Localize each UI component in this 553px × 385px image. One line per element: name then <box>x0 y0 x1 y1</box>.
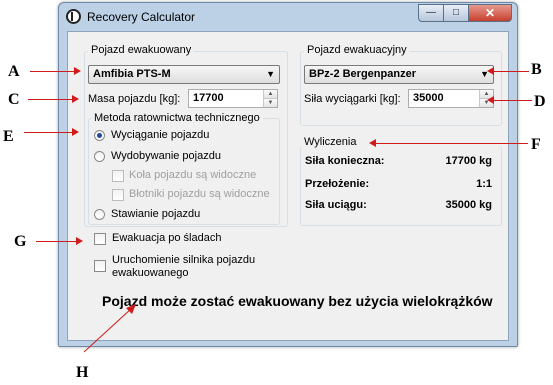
recovery-vehicle-select[interactable]: BPz-2 Bergenpanzer ▼ <box>304 65 494 84</box>
recovery-vehicle-group-label: Pojazd ewakuacyjny <box>304 44 410 56</box>
required-force-value: 17700 kg <box>445 155 492 167</box>
annotation-a-arrowhead <box>74 67 81 75</box>
app-icon <box>66 9 81 24</box>
maximize-button[interactable]: □ <box>444 4 469 22</box>
checkbox-engine-start-label-line1[interactable]: Uruchomienie silnika pojazdu <box>112 254 255 266</box>
checkbox-track-evacuation[interactable] <box>94 233 106 245</box>
annotation-c-arrow <box>28 99 72 100</box>
annotation-a-arrow <box>30 71 74 72</box>
mass-value: 17700 <box>193 92 224 104</box>
recovery-vehicle-selected: BPz-2 Bergenpanzer <box>309 68 416 80</box>
pull-force-value: 35000 kg <box>445 199 492 211</box>
window-title: Recovery Calculator <box>87 10 196 24</box>
annotation-e-arrowhead <box>72 128 79 136</box>
winch-value: 35000 <box>413 92 444 104</box>
annotation-b: B <box>531 61 542 78</box>
pull-force-label: Siła uciągu: <box>305 199 367 211</box>
radio-pulling-label[interactable]: Wyciąganie pojazdu <box>111 129 209 141</box>
annotation-b-arrow <box>494 71 529 72</box>
annotation-c: C <box>8 91 20 108</box>
annotation-f-arrowhead <box>369 139 376 147</box>
winch-label: Siła wyciągarki [kg]: <box>304 93 401 105</box>
annotation-f-arrow <box>376 143 528 144</box>
checkbox-wheels-visible[interactable] <box>112 170 124 182</box>
chevron-down-icon: ▼ <box>266 69 275 79</box>
radio-righting[interactable] <box>94 209 105 220</box>
annotation-f: F <box>531 136 541 153</box>
recovered-vehicle-selected: Amfibia PTS-M <box>93 68 171 80</box>
radio-extraction[interactable] <box>94 151 105 162</box>
recovery-calculator-window: Recovery Calculator — □ ✕ Pojazd ewakuow… <box>58 2 518 347</box>
recovered-vehicle-group-label: Pojazd ewakuowany <box>88 44 195 56</box>
title-bar[interactable]: Recovery Calculator — □ ✕ <box>59 3 517 31</box>
radio-righting-label[interactable]: Stawianie pojazdu <box>111 208 200 220</box>
mass-label: Masa pojazdu [kg]: <box>88 93 181 105</box>
annotation-b-arrowhead <box>487 67 494 75</box>
spin-down-icon[interactable]: ▼ <box>264 99 277 107</box>
window-controls: — □ ✕ <box>418 4 512 22</box>
annotation-g: G <box>14 233 27 250</box>
recovered-vehicle-select[interactable]: Amfibia PTS-M ▼ <box>88 65 280 84</box>
annotation-c-arrowhead <box>72 95 79 103</box>
annotation-d-arrowhead <box>487 96 494 104</box>
rescue-method-group-label: Metoda ratownictwa technicznego <box>91 112 263 124</box>
minimize-button[interactable]: — <box>418 4 444 22</box>
close-button[interactable]: ✕ <box>469 4 512 22</box>
annotation-g-arrow <box>36 241 76 242</box>
checkbox-fenders-visible-label: Błotniki pojazdu są widoczne <box>129 188 270 200</box>
annotation-e-arrow <box>24 132 72 133</box>
checkbox-fenders-visible[interactable] <box>112 189 124 201</box>
ratio-label: Przełożenie: <box>305 178 370 190</box>
annotation-e: E <box>3 128 14 145</box>
radio-extraction-label[interactable]: Wydobywanie pojazdu <box>111 150 221 162</box>
annotation-h-arrow <box>83 304 136 353</box>
radio-pulling[interactable] <box>94 130 105 141</box>
annotation-h: H <box>76 364 89 381</box>
spin-up-icon[interactable]: ▲ <box>264 90 277 99</box>
annotation-d: D <box>534 93 546 110</box>
client-area: Pojazd ewakuowany Amfibia PTS-M ▼ Masa p… <box>67 31 509 341</box>
mass-stepper[interactable]: 17700 ▲ ▼ <box>188 89 278 108</box>
annotation-a: A <box>8 63 20 80</box>
calculations-group-label: Wyliczenia <box>304 136 357 148</box>
mass-stepper-buttons: ▲ ▼ <box>263 90 277 107</box>
checkbox-wheels-visible-label: Koła pojazdu są widoczne <box>129 169 257 181</box>
checkbox-engine-start[interactable] <box>94 260 106 272</box>
result-message: Pojazd może zostać ewakuowany bez użycia… <box>102 293 493 309</box>
checkbox-engine-start-label-line2[interactable]: ewakuowanego <box>112 267 188 279</box>
annotation-d-arrow <box>494 100 532 101</box>
checkbox-track-evacuation-label[interactable]: Ewakuacja po śladach <box>112 232 221 244</box>
winch-stepper[interactable]: 35000 ▲ ▼ <box>408 89 494 108</box>
annotation-g-arrowhead <box>76 237 83 245</box>
required-force-label: Siła konieczna: <box>305 155 385 167</box>
ratio-value: 1:1 <box>476 178 492 190</box>
